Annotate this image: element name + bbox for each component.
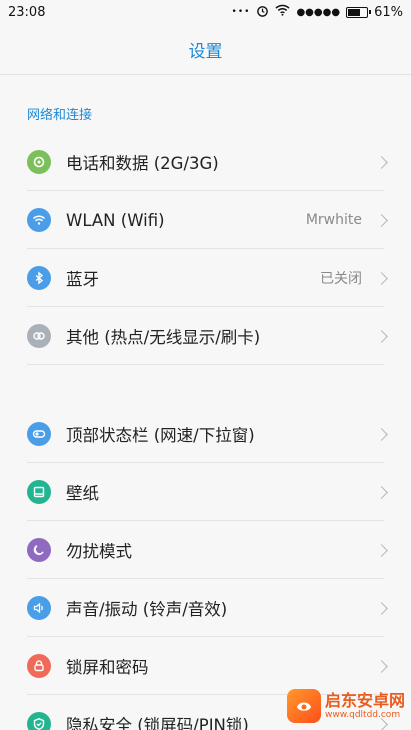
settings-item-label: 顶部状态栏 (网速/下拉窗) (66, 426, 255, 445)
settings-item-moon[interactable]: 勿扰模式 (0, 521, 411, 579)
settings-item-label: 其他 (热点/无线显示/刷卡) (66, 328, 261, 347)
speaker-icon (27, 596, 51, 620)
toggle-icon (27, 422, 51, 446)
chevron-right-icon (375, 155, 388, 169)
chevron-right-icon (375, 271, 388, 285)
settings-item-toggle[interactable]: 顶部状态栏 (网速/下拉窗) (0, 405, 411, 463)
battery-percent: 61% (374, 4, 403, 20)
watermark-subtitle: www.qdltdd.com (325, 709, 401, 720)
settings-item-wifi[interactable]: WLAN (Wifi) Mrwhite (0, 191, 411, 249)
settings-item-label: 蓝牙 (66, 270, 99, 289)
more-dots-icon: ••• (231, 7, 251, 17)
settings-item-value: 已关闭 (320, 271, 362, 287)
watermark-title: 启东安卓网 (325, 690, 406, 710)
moon-icon (27, 538, 51, 562)
chevron-right-icon (375, 329, 388, 343)
settings-item-label: WLAN (Wifi) (66, 210, 165, 230)
alarm-icon (256, 4, 269, 21)
watermark-logo-icon (287, 689, 321, 723)
network-settings-list: 电话和数据 (2G/3G) WLAN (Wifi) Mrwhite 蓝牙 已关闭其他 (… (0, 133, 411, 365)
settings-item-value: Mrwhite (305, 212, 362, 228)
settings-item-label: 勿扰模式 (66, 542, 132, 561)
settings-item-label: 声音/振动 (铃声/音效) (66, 600, 228, 619)
section-title-network: 网络和连接 (27, 108, 93, 123)
chevron-right-icon (375, 659, 388, 673)
lock-icon (27, 654, 51, 678)
watermark-logo: 启东安卓网 www.qdltdd.com (287, 686, 407, 726)
page-title-bar: 设置 (0, 24, 411, 75)
signal-icon: ●●●●● (296, 6, 341, 18)
bluetooth-icon (27, 266, 51, 290)
shield-icon (27, 712, 51, 730)
battery-fill (348, 8, 361, 16)
settings-item-label: 电话和数据 (2G/3G) (66, 154, 219, 173)
settings-item-phone-data[interactable]: 电话和数据 (2G/3G) (0, 133, 411, 191)
wallpaper-icon (27, 480, 51, 504)
chevron-right-icon (375, 543, 388, 557)
chevron-right-icon (375, 485, 388, 499)
phone-data-icon (27, 150, 51, 174)
status-bar: 23:08 ••• ●●●●● 61% (0, 0, 411, 24)
status-time: 23:08 (8, 4, 46, 20)
settings-item-link[interactable]: 其他 (热点/无线显示/刷卡) (0, 307, 411, 365)
link-icon (27, 324, 51, 348)
wifi-status-icon (275, 4, 291, 20)
chevron-right-icon (375, 601, 388, 615)
display-settings-list: 顶部状态栏 (网速/下拉窗) 壁纸勿扰模式声音/振动 (铃声/音效) 锁屏和密码隐私… (0, 405, 411, 730)
page-title: 设置 (188, 41, 223, 62)
chevron-right-icon (375, 213, 388, 227)
battery-icon (346, 6, 372, 18)
chevron-right-icon (375, 427, 388, 441)
settings-item-label: 壁纸 (66, 484, 99, 503)
settings-item-label: 锁屏和密码 (66, 658, 149, 677)
divider (27, 364, 384, 365)
wifi-icon (27, 208, 51, 232)
status-icons: ••• ●●●●● 61% (232, 4, 403, 21)
settings-item-speaker[interactable]: 声音/振动 (铃声/音效) (0, 579, 411, 637)
settings-item-label: 隐私安全 (锁屏码/PIN锁) (66, 716, 249, 730)
settings-item-bluetooth[interactable]: 蓝牙 已关闭 (0, 249, 411, 307)
settings-screen: 23:08 ••• ●●●●● 61% 设置 网络和连接 电话和数据 (2G/3… (0, 0, 411, 730)
settings-item-wallpaper[interactable]: 壁纸 (0, 463, 411, 521)
